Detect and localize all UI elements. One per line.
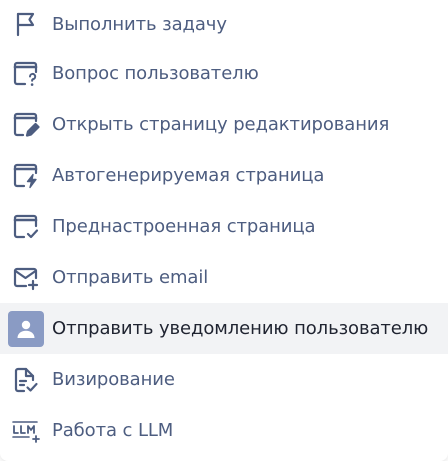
menu-item-label: Преднастроенная страница <box>52 216 316 237</box>
window-check-icon <box>8 209 44 245</box>
menu-item-preconfigured-page[interactable]: Преднастроенная страница <box>0 201 448 252</box>
window-question-icon <box>8 56 44 92</box>
llm-icon <box>8 413 44 449</box>
window-lightning-icon <box>8 158 44 194</box>
menu-item-label: Вопрос пользователю <box>52 63 259 84</box>
menu-item-llm[interactable]: Работа с LLM <box>0 405 448 456</box>
menu-item-execute-task[interactable]: Выполнить задачу <box>0 0 448 48</box>
menu-item-send-email[interactable]: Отправить email <box>0 252 448 303</box>
menu-item-approval[interactable]: Визирование <box>0 354 448 405</box>
menu-item-label: Визирование <box>52 369 175 390</box>
window-edit-icon <box>8 107 44 143</box>
flag-icon <box>8 6 44 42</box>
menu-item-open-edit-page[interactable]: Открыть страницу редактирования <box>0 99 448 150</box>
menu-item-autogenerated-page[interactable]: Автогенерируемая страница <box>0 150 448 201</box>
menu-item-label: Автогенерируемая страница <box>52 165 325 186</box>
action-type-menu: Выполнить задачу Вопрос пользователю Отк… <box>0 0 448 461</box>
menu-item-send-notification[interactable]: Отправить уведомлению пользователю <box>0 303 448 354</box>
menu-item-label: Открыть страницу редактирования <box>52 114 390 135</box>
menu-item-label: Отправить уведомлению пользователю <box>52 318 429 339</box>
user-icon <box>8 310 44 347</box>
menu-item-label: Выполнить задачу <box>52 13 227 35</box>
mail-plus-icon <box>8 260 44 296</box>
menu-item-user-question[interactable]: Вопрос пользователю <box>0 48 448 99</box>
document-check-icon <box>8 362 44 398</box>
menu-item-label: Отправить email <box>52 267 209 288</box>
menu-item-label: Работа с LLM <box>52 420 174 441</box>
